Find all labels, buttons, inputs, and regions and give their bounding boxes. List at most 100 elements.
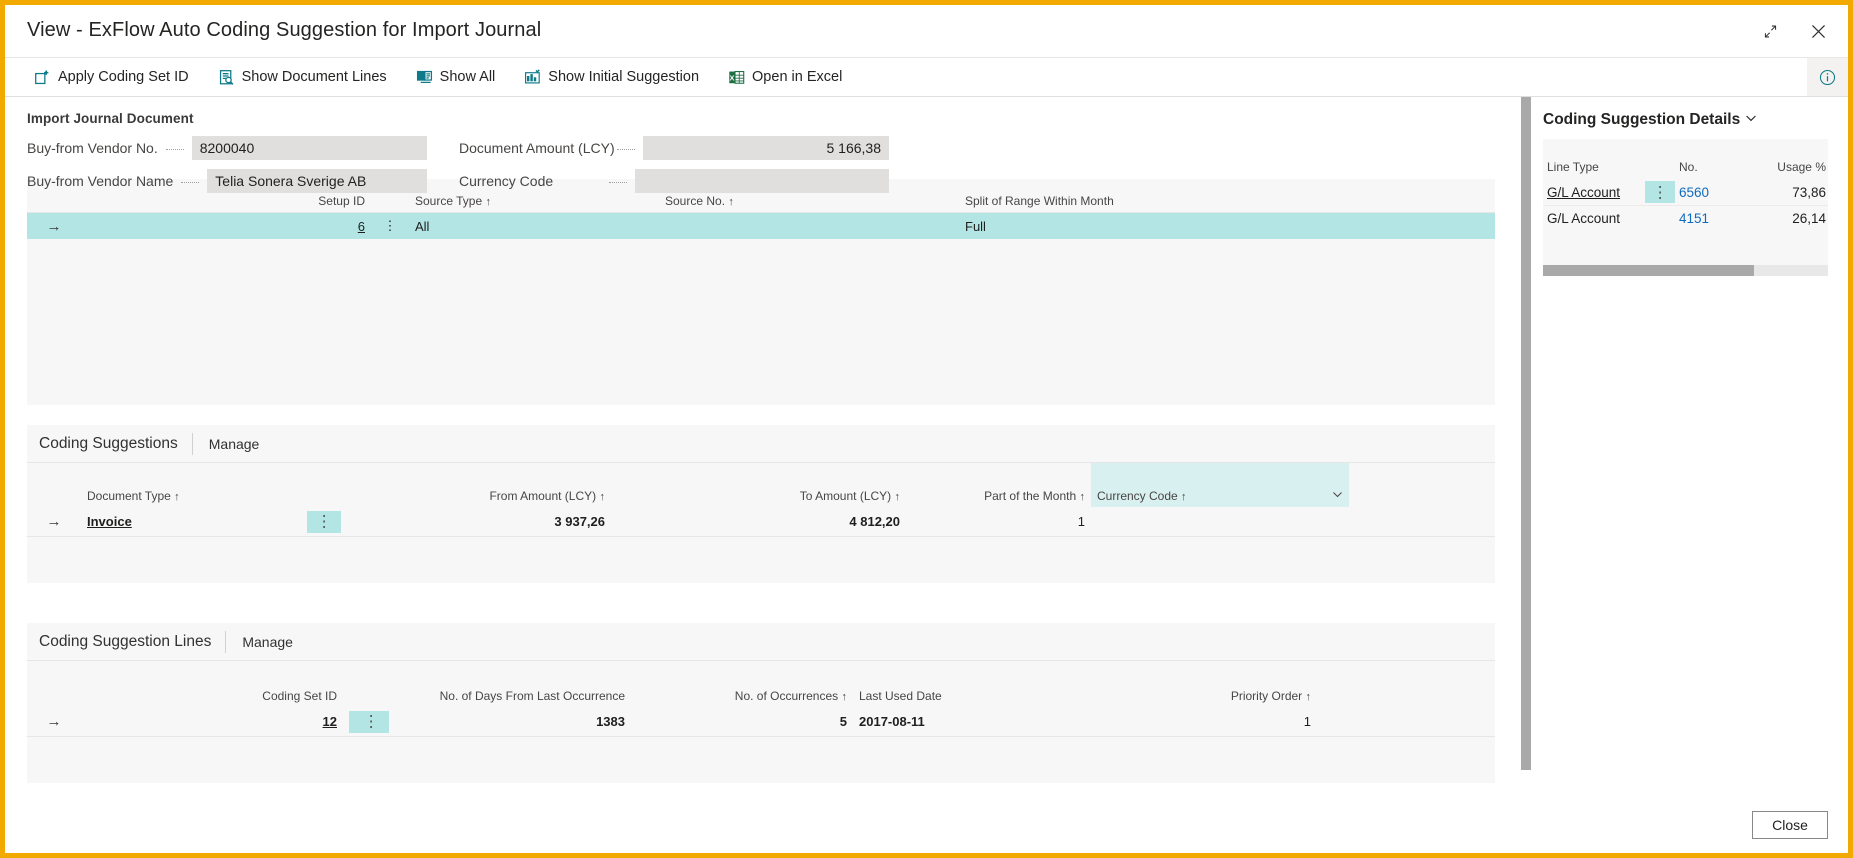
excel-icon: X (728, 69, 745, 86)
column-header-part-of-month[interactable]: Part of the Month ↑ (906, 489, 1091, 507)
column-header-priority-order[interactable]: Priority Order ↑ (1083, 689, 1317, 707)
show-document-lines-button[interactable]: Show Document Lines (209, 61, 396, 93)
cell-source-type[interactable]: All (409, 219, 659, 234)
cell-line-type[interactable]: G/L Account (1543, 185, 1645, 200)
cell-usage-pct[interactable]: 73,86 (1757, 185, 1828, 200)
column-header-line-type[interactable]: Line Type (1543, 160, 1645, 174)
column-header-coding-set-id[interactable]: Coding Set ID (81, 689, 343, 707)
close-button[interactable]: Close (1752, 811, 1828, 839)
cell-document-type[interactable]: Invoice (81, 514, 301, 529)
vertical-scrollbar[interactable] (1521, 97, 1531, 770)
setup-grid: Setup ID Source Type ↑ Source No. ↑ Spli… (27, 179, 1495, 405)
document-amount-lcy-input[interactable] (643, 135, 889, 160)
table-row[interactable]: → 6 ⋮ All Full (27, 213, 1495, 239)
show-all-label: Show All (439, 69, 496, 85)
coding-suggestion-lines-grid: Coding Set ID No. of Days From Last Occu… (27, 661, 1495, 783)
column-header-last-used-date[interactable]: Last Used Date (853, 689, 1083, 707)
show-initial-suggestion-button[interactable]: Show Initial Suggestion (515, 61, 708, 93)
leader-dots (165, 141, 184, 150)
column-header-to-amount[interactable]: To Amount (LCY) ↑ (611, 489, 906, 507)
cell-to-amount[interactable]: 4 812,20 (611, 514, 906, 529)
cell-days-from-last-occurrence[interactable]: 1383 (389, 714, 631, 729)
apply-coding-set-id-label: Apply Coding Set ID (58, 69, 189, 85)
row-menu-icon[interactable]: ⋮ (371, 218, 409, 234)
coding-suggestions-header: Coding Suggestions Manage (27, 425, 1495, 463)
restore-down-icon[interactable] (1754, 15, 1786, 47)
buy-from-vendor-no-input[interactable] (191, 135, 427, 160)
cell-no[interactable]: 6560 (1679, 185, 1757, 200)
application-window: View - ExFlow Auto Coding Suggestion for… (0, 0, 1853, 858)
page-title: View - ExFlow Auto Coding Suggestion for… (27, 19, 542, 41)
coding-suggestions-title[interactable]: Coding Suggestions (27, 435, 192, 453)
chevron-down-icon[interactable] (1745, 111, 1757, 129)
cell-split-of-range[interactable]: Full (959, 219, 1259, 234)
row-indicator: → (46, 713, 62, 730)
currency-code-field: Currency Code (459, 168, 889, 193)
cell-setup-id[interactable]: 6 (81, 219, 371, 234)
row-indicator: → (46, 513, 62, 530)
coding-suggestion-details-grid: Line Type No. Usage % G/L Account ⋮ 6560… (1543, 139, 1828, 276)
row-indicator: → (46, 217, 62, 235)
list-item[interactable]: G/L Account ⋮ 6560 73,86 (1543, 179, 1828, 205)
row-menu-icon[interactable]: ⋮ (301, 510, 341, 533)
apply-coding-set-id-button[interactable]: Apply Coding Set ID (25, 61, 198, 93)
info-icon[interactable] (1807, 58, 1848, 96)
column-header-document-type[interactable]: Document Type ↑ (81, 489, 301, 507)
coding-suggestion-lines-grid-header: Coding Set ID No. of Days From Last Occu… (27, 661, 1495, 707)
column-header-usage-pct[interactable]: Usage % (1757, 160, 1828, 174)
page-body: Import Journal Document Buy-from Vendor … (5, 97, 1848, 853)
column-header-currency-code[interactable]: Currency Code ↑ (1091, 463, 1349, 507)
import-journal-document-fieldgroup: Import Journal Document Buy-from Vendor … (5, 97, 1517, 193)
row-menu-icon[interactable]: ⋮ (343, 710, 389, 733)
leader-dots (608, 174, 627, 183)
horizontal-scrollbar[interactable] (1543, 265, 1828, 276)
coding-suggestion-lines-title[interactable]: Coding Suggestion Lines (27, 633, 225, 651)
leader-dots (181, 174, 200, 183)
show-document-lines-label: Show Document Lines (241, 69, 387, 85)
table-row[interactable]: → 12 ⋮ 1383 5 2017-08-11 1 (27, 707, 1495, 737)
table-row[interactable]: → Invoice ⋮ 3 937,26 4 812,20 1 (27, 507, 1495, 537)
column-header-no[interactable]: No. (1679, 160, 1757, 174)
tab-manage[interactable]: Manage (226, 634, 309, 650)
cell-last-used-date[interactable]: 2017-08-11 (853, 714, 1083, 729)
column-header-from-amount[interactable]: From Amount (LCY) ↑ (341, 489, 611, 507)
coding-suggestion-lines-header: Coding Suggestion Lines Manage (27, 623, 1495, 661)
cell-coding-set-id[interactable]: 12 (81, 714, 343, 729)
row-menu-icon[interactable]: ⋮ (1645, 181, 1679, 203)
chevron-down-icon[interactable] (1332, 489, 1343, 503)
coding-suggestions-grid: Document Type ↑ From Amount (LCY) ↑ To A… (27, 463, 1495, 583)
column-header-days-from-last-occurrence[interactable]: No. of Days From Last Occurrence (389, 689, 631, 707)
cell-no[interactable]: 4151 (1679, 211, 1757, 226)
tab-manage[interactable]: Manage (193, 436, 276, 452)
buy-from-vendor-name-field: Buy-from Vendor Name (27, 168, 427, 193)
coding-suggestion-details-title[interactable]: Coding Suggestion Details (1543, 97, 1848, 139)
close-icon[interactable] (1802, 15, 1834, 47)
cell-usage-pct[interactable]: 26,14 (1757, 211, 1828, 226)
document-amount-lcy-field: Document Amount (LCY) (459, 135, 889, 160)
cell-priority-order[interactable]: 1 (1083, 714, 1317, 729)
command-toolbar: Apply Coding Set ID Show Document Lines (5, 57, 1848, 97)
column-header-no-of-occurrences[interactable]: No. of Occurrences ↑ (631, 689, 853, 707)
field-row: Buy-from Vendor Name Currency Code (27, 164, 1517, 197)
list-item[interactable]: G/L Account 4151 26,14 (1543, 205, 1828, 231)
show-initial-suggestion-icon (524, 68, 541, 86)
cell-no-of-occurrences[interactable]: 5 (631, 714, 853, 729)
show-initial-suggestion-label: Show Initial Suggestion (548, 69, 700, 85)
svg-text:X: X (730, 73, 735, 82)
field-row: Buy-from Vendor No. Document Amount (LCY… (27, 131, 1517, 164)
buy-from-vendor-no-field: Buy-from Vendor No. (27, 135, 427, 160)
apply-coding-set-icon (34, 69, 51, 86)
cell-line-type[interactable]: G/L Account (1543, 211, 1645, 226)
cell-part-of-month[interactable]: 1 (906, 514, 1091, 529)
buy-from-vendor-name-input[interactable] (207, 168, 427, 193)
buy-from-vendor-no-label: Buy-from Vendor No. (27, 139, 158, 156)
cell-from-amount[interactable]: 3 937,26 (341, 514, 611, 529)
currency-code-label: Currency Code (459, 172, 554, 189)
open-in-excel-button[interactable]: X Open in Excel (719, 61, 851, 93)
currency-code-input[interactable] (634, 168, 889, 193)
title-bar: View - ExFlow Auto Coding Suggestion for… (5, 5, 1848, 57)
grid-filler (1543, 231, 1828, 265)
window-controls (1754, 15, 1834, 47)
show-all-button[interactable]: Show All (407, 61, 505, 93)
buy-from-vendor-name-label: Buy-from Vendor Name (27, 172, 174, 189)
